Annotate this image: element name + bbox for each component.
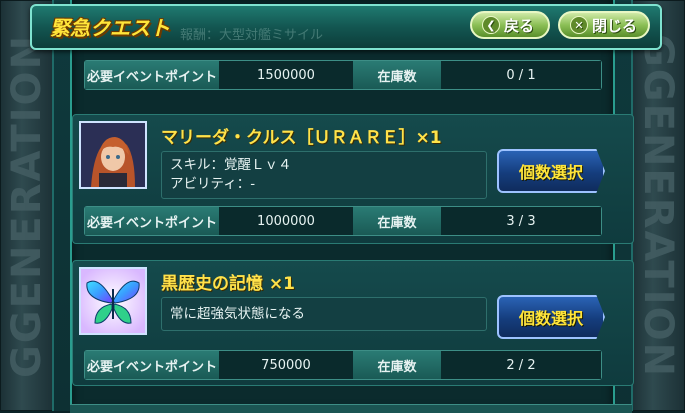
- description-line: スキル：覚醒Ｌｖ４: [170, 157, 292, 173]
- item-info-bar: 必要イベントポイント 1000000 在庫数 3 / 3: [84, 206, 602, 236]
- item-info-bar: 必要イベントポイント 1500000 在庫数 0 / 1: [84, 60, 602, 90]
- left-frame: GGENERATION: [0, 0, 54, 411]
- item-description: スキル：覚醒Ｌｖ４ アビリティ：-: [161, 151, 487, 199]
- stock-label: 在庫数: [353, 61, 441, 89]
- stock-value: 3 / 3: [441, 207, 601, 235]
- stock-value: 2 / 2: [441, 351, 601, 379]
- quantity-select-button[interactable]: 個数選択: [497, 295, 605, 339]
- scrolled-item-subtitle: 報酬：大型対艦ミサイル: [180, 28, 324, 43]
- brand-side-text: GGENERATION: [635, 33, 681, 378]
- close-button[interactable]: ✕ 閉じる: [558, 11, 650, 39]
- stock-value: 0 / 1: [441, 61, 601, 89]
- page-title: 緊急クエスト: [50, 16, 170, 40]
- item-description: 常に超強気状態になる: [161, 297, 487, 331]
- item-name: 黒歴史の記憶 ×1: [161, 274, 295, 294]
- points-label: 必要イベントポイント: [85, 61, 219, 89]
- stock-label: 在庫数: [353, 207, 441, 235]
- back-button-label: 戻る: [504, 16, 535, 35]
- item-info-bar: 必要イベントポイント 750000 在庫数 2 / 2: [84, 350, 602, 380]
- right-frame: GGENERATION: [631, 0, 685, 411]
- close-icon: ✕: [570, 16, 588, 34]
- points-value: 1000000: [219, 207, 353, 235]
- stock-label: 在庫数: [353, 351, 441, 379]
- points-value: 1500000: [219, 61, 353, 89]
- item-name: マリーダ・クルス［ＵＲＡＲＥ］×1: [161, 128, 442, 148]
- points-label: 必要イベントポイント: [85, 351, 219, 379]
- next-item-card-edge: [70, 404, 632, 413]
- points-label: 必要イベントポイント: [85, 207, 219, 235]
- butterfly-icon: [79, 267, 147, 335]
- character-portrait: [79, 121, 147, 189]
- back-button[interactable]: ❮ 戻る: [470, 11, 550, 39]
- chevron-left-icon: ❮: [482, 16, 500, 34]
- points-value: 750000: [219, 351, 353, 379]
- quest-header: 緊急クエスト ❮ 戻る ✕ 閉じる: [30, 4, 662, 50]
- description-line: アビリティ：-: [170, 176, 256, 192]
- close-button-label: 閉じる: [592, 16, 638, 35]
- quantity-select-button[interactable]: 個数選択: [497, 149, 605, 193]
- brand-side-text: GGENERATION: [4, 33, 50, 378]
- description-line: 常に超強気状態になる: [170, 306, 305, 322]
